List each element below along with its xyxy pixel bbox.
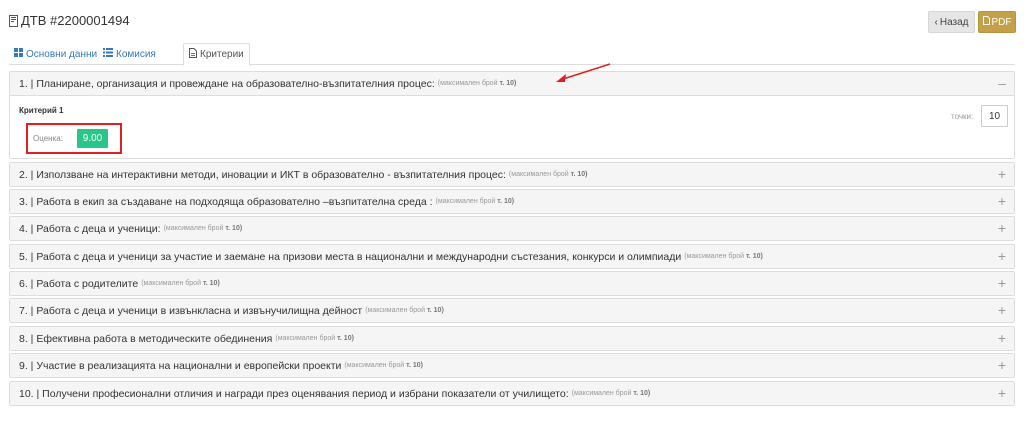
expand-icon[interactable]: + bbox=[998, 303, 1006, 317]
criteria-panel-8: 8. | Ефективна работа в методическите об… bbox=[9, 326, 1015, 351]
tab-criteria[interactable]: Критерии bbox=[183, 43, 250, 66]
expand-icon[interactable]: + bbox=[998, 194, 1006, 208]
panel-max-points: (максимален брой т. 10) bbox=[508, 171, 588, 178]
tab-label: Критерии bbox=[200, 49, 244, 60]
grade-highlight: Оценка: 9.00 bbox=[26, 123, 122, 154]
panel-max-points: (максимален брой т. 10) bbox=[344, 362, 423, 369]
file-icon bbox=[982, 16, 990, 28]
panel-header[interactable]: 5. | Работа с деца и ученици за участие … bbox=[10, 245, 1014, 268]
expand-icon[interactable]: + bbox=[998, 249, 1006, 263]
criteria-panel-4: 4. | Работа с деца и ученици: (максимале… bbox=[9, 216, 1015, 241]
panel-header[interactable]: 10. | Получени професионални отличия и н… bbox=[10, 382, 1014, 405]
panel-max-points: (максимален брой т. 10) bbox=[275, 335, 354, 342]
document-icon bbox=[9, 14, 18, 27]
tab-main-data[interactable]: Основни данни bbox=[9, 43, 102, 65]
pdf-button-label: PDF bbox=[991, 16, 1012, 28]
panel-title: 6. | Работа с родителите bbox=[19, 277, 139, 290]
tab-bar: Основни данни Комисия Критерии bbox=[9, 43, 1015, 66]
criteria-panel-3: 3. | Работа в екип за създаване на подхо… bbox=[9, 189, 1015, 214]
panel-title: 7. | Работа с деца и ученици в извънклас… bbox=[19, 304, 363, 317]
criteria-panel-6: 6. | Работа с родителите (максимален бро… bbox=[9, 271, 1015, 296]
panel-header[interactable]: 8. | Ефективна работа в методическите об… bbox=[10, 327, 1014, 350]
points-label: точки: bbox=[951, 112, 974, 121]
panel-body: Критерий 1 Оценка: 9.00 точки: 10 bbox=[10, 95, 1014, 158]
expand-icon[interactable]: + bbox=[998, 331, 1006, 345]
collapse-icon[interactable]: – bbox=[998, 76, 1006, 90]
back-button[interactable]: ‹ Назад bbox=[928, 11, 975, 33]
pdf-button[interactable]: PDF bbox=[978, 11, 1016, 33]
back-button-label: Назад bbox=[939, 16, 969, 28]
panel-header[interactable]: 4. | Работа с деца и ученици: (максимале… bbox=[10, 217, 1014, 240]
panel-max-points: (максимален брой т. 10) bbox=[365, 307, 444, 314]
expand-icon[interactable]: + bbox=[998, 358, 1006, 372]
criteria-panel-1: 1. | Планиране, организация и провеждане… bbox=[9, 71, 1015, 159]
panel-header[interactable]: 7. | Работа с деца и ученици в извънклас… bbox=[10, 299, 1014, 322]
criteria-panel-9: 9. | Участие в реализацията на националн… bbox=[9, 353, 1015, 378]
expand-icon[interactable]: + bbox=[998, 167, 1006, 181]
panel-title: 3. | Работа в екип за създаване на подхо… bbox=[19, 195, 433, 208]
expand-icon[interactable]: + bbox=[998, 276, 1006, 290]
points-input[interactable]: 10 bbox=[981, 105, 1008, 127]
panel-max-points: (максимален брой т. 10) bbox=[684, 253, 763, 260]
panel-title: 5. | Работа с деца и ученици за участие … bbox=[19, 250, 682, 263]
criterion-title: Критерий 1 bbox=[19, 106, 64, 115]
page-title-text: ДТВ #2200001494 bbox=[21, 13, 130, 28]
document-icon bbox=[189, 48, 197, 61]
criteria-panel-5: 5. | Работа с деца и ученици за участие … bbox=[9, 244, 1015, 269]
panel-title: 10. | Получени професионални отличия и н… bbox=[19, 387, 569, 400]
criteria-panel-2: 2. | Използване на интерактивни методи, … bbox=[9, 162, 1015, 187]
panel-header[interactable]: 3. | Работа в екип за създаване на подхо… bbox=[10, 190, 1014, 213]
panel-header[interactable]: 9. | Участие в реализацията на националн… bbox=[10, 354, 1014, 377]
tab-commission[interactable]: Комисия bbox=[98, 43, 161, 65]
chevron-left-icon: ‹ bbox=[934, 16, 938, 28]
grade-label: Оценка: bbox=[33, 134, 63, 143]
panel-max-points: (максимален брой т. 10) bbox=[163, 225, 243, 232]
page-title: ДТВ #2200001494 bbox=[9, 13, 130, 28]
panel-max-points: (максимален брой т. 10) bbox=[571, 390, 651, 397]
grid-icon bbox=[14, 48, 23, 60]
page-header: ДТВ #2200001494 ‹ Назад PDF bbox=[0, 0, 1024, 42]
panel-title: 9. | Участие в реализацията на националн… bbox=[19, 359, 342, 372]
panel-max-points: (максимален брой т. 10) bbox=[141, 280, 220, 287]
expand-icon[interactable]: + bbox=[998, 386, 1006, 400]
panel-header[interactable]: 1. | Планиране, организация и провеждане… bbox=[10, 72, 1014, 95]
panel-max-points: (максимален брой т. 10) bbox=[435, 198, 515, 205]
panel-title: 2. | Използване на интерактивни методи, … bbox=[19, 168, 506, 181]
tab-label: Комисия bbox=[116, 48, 156, 60]
panel-max-points: (максимален брой т. 10) bbox=[437, 80, 517, 87]
criteria-panel-10: 10. | Получени професионални отличия и н… bbox=[9, 381, 1015, 406]
expand-icon[interactable]: + bbox=[998, 221, 1006, 235]
panel-title: 4. | Работа с деца и ученици: bbox=[19, 222, 161, 235]
panel-header[interactable]: 6. | Работа с родителите (максимален бро… bbox=[10, 272, 1014, 295]
criteria-panel-7: 7. | Работа с деца и ученици в извънклас… bbox=[9, 298, 1015, 323]
panel-title: 8. | Ефективна работа в методическите об… bbox=[19, 332, 273, 345]
list-icon bbox=[103, 48, 113, 60]
panel-title: 1. | Планиране, организация и провеждане… bbox=[19, 77, 435, 90]
panel-header[interactable]: 2. | Използване на интерактивни методи, … bbox=[10, 163, 1014, 186]
tab-label: Основни данни bbox=[26, 48, 98, 60]
grade-value-badge: 9.00 bbox=[77, 129, 108, 148]
